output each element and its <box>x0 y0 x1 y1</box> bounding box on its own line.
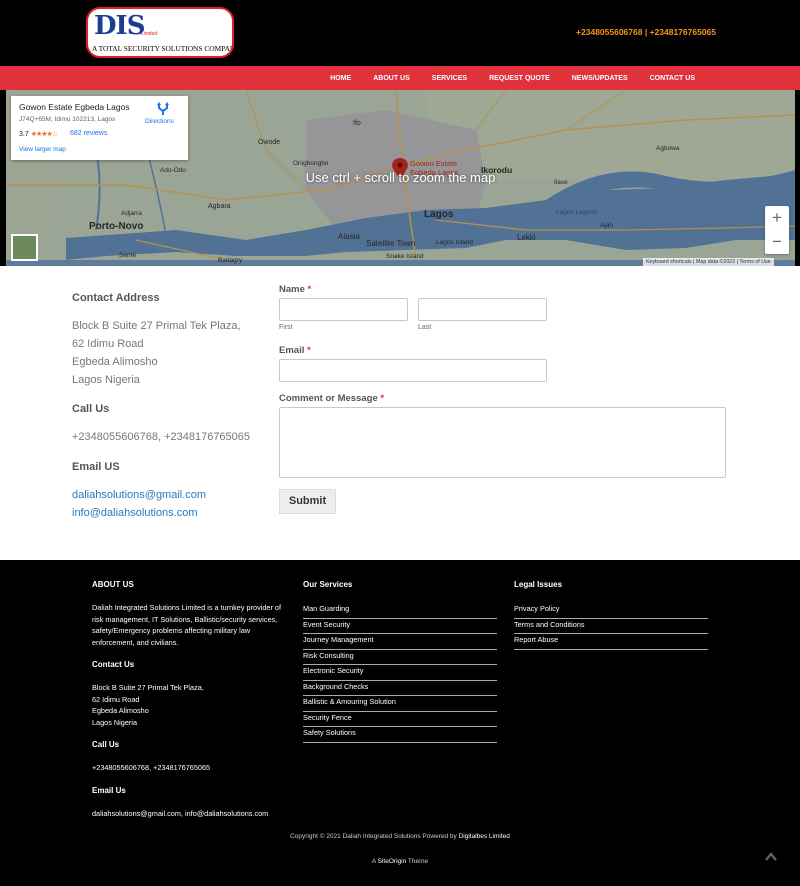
place-address: J74Q+65M, Idimu 102213, Lagos <box>19 116 116 123</box>
nav-news-updates[interactable]: NEWS/UPDATES <box>561 75 639 82</box>
header-phones: +2348055606768 | +2348176765065 <box>576 27 716 37</box>
service-link-risk-consulting[interactable]: Risk Consulting <box>303 650 497 665</box>
contact-phones: +2348055606768, +2348176765065 <box>72 431 251 443</box>
footer-services-heading: Our Services <box>303 580 353 589</box>
footer-legal-list: Privacy Policy Terms and Conditions Repo… <box>514 603 708 650</box>
footer-phones: +2348055606768, +2348176765065 <box>92 763 211 772</box>
directions-link[interactable]: Directions <box>145 118 174 125</box>
first-name-input[interactable] <box>279 298 408 321</box>
footer-address-line-1: Block B Suite 27 Primal Tek Plaza, <box>92 683 204 692</box>
copyright-text: Copyright © 2021 Daliah Integrated Solut… <box>290 833 457 840</box>
theme-prefix: A <box>371 858 376 865</box>
footer-emails: daliahsolutions@gmail.com, info@daliahso… <box>92 809 269 818</box>
nav-about-us[interactable]: ABOUT US <box>362 75 421 82</box>
message-label: Comment or Message * <box>279 393 384 404</box>
service-link-safety-solutions[interactable]: Safety Solutions <box>303 727 497 743</box>
address-line-3: Egbeda Alimosho <box>72 356 158 368</box>
service-link-event-security[interactable]: Event Security <box>303 619 497 634</box>
zoom-in-button[interactable]: + <box>765 206 789 230</box>
required-mark: * <box>307 345 311 356</box>
footer-call-heading: Call Us <box>92 740 120 749</box>
footer-legal-heading: Legal Issues <box>514 580 563 589</box>
contact-section: Contact Address Block B Suite 27 Primal … <box>0 266 800 560</box>
last-name-input[interactable] <box>418 298 547 321</box>
nav-contact-us[interactable]: CONTACT US <box>639 75 706 82</box>
siteorigin-link[interactable]: SiteOrigin <box>378 858 407 865</box>
legal-link-privacy-policy[interactable]: Privacy Policy <box>514 603 708 619</box>
page: DIS Limited A TOTAL SECURITY SOLUTIONS C… <box>0 0 800 886</box>
service-link-background-checks[interactable]: Background Checks <box>303 681 497 696</box>
zoom-out-button[interactable]: − <box>765 230 789 254</box>
footer-email-heading: Email Us <box>92 786 126 795</box>
footer-about-heading: ABOUT US <box>92 580 134 589</box>
footer-address-line-4: Lagos Nigeria <box>92 717 138 727</box>
site-footer: ABOUT US Daliah Integrated Solutions Lim… <box>0 560 800 886</box>
place-rating: 3.7 ★★★★☆ <box>19 130 58 138</box>
directions-icon[interactable] <box>156 102 170 116</box>
map-zoom-hint: Use ctrl + scroll to zoom the map <box>305 170 496 185</box>
logo-mark: DIS <box>94 11 145 41</box>
logo-tagline: A TOTAL SECURITY SOLUTIONS COMPANY <box>92 44 234 53</box>
top-header: DIS Limited A TOTAL SECURITY SOLUTIONS C… <box>0 0 800 66</box>
message-label-text: Comment or Message <box>279 393 378 404</box>
main-navigation: HOME ABOUT US SERVICES REQUEST QUOTE NEW… <box>0 66 800 90</box>
rating-value: 3.7 <box>19 131 29 138</box>
address-line-2: 62 Idimu Road <box>72 338 144 350</box>
footer-address-line-3: Egbeda Alimosho <box>92 706 149 715</box>
legal-link-report-abuse[interactable]: Report Abuse <box>514 634 708 650</box>
place-name: Gowon Estate Egbeda Lagos <box>19 102 130 112</box>
legal-link-terms[interactable]: Terms and Conditions <box>514 619 708 634</box>
place-info-card: Gowon Estate Egbeda Lagos J74Q+65M, Idim… <box>11 96 188 160</box>
email-link-gmail[interactable]: daliahsolutions@gmail.com <box>72 486 206 504</box>
email-label: Email * <box>279 345 311 356</box>
nav-request-quote[interactable]: REQUEST QUOTE <box>478 75 561 82</box>
message-textarea[interactable] <box>279 407 726 478</box>
satellite-toggle[interactable] <box>11 234 38 261</box>
footer-contact-heading: Contact Us <box>92 660 135 669</box>
nav-services[interactable]: SERVICES <box>421 75 478 82</box>
required-mark: * <box>380 393 385 404</box>
last-name-sublabel: Last <box>418 324 432 331</box>
service-link-journey-management[interactable]: Journey Management <box>303 634 497 650</box>
address-line-1: Block B Suite 27 Primal Tek Plaza, <box>72 320 241 332</box>
theme-suffix: Theme <box>407 858 429 865</box>
email-input[interactable] <box>279 359 547 382</box>
rating-stars-icon: ★★★★☆ <box>30 131 58 138</box>
contact-address-heading: Contact Address <box>72 292 160 304</box>
service-link-security-fence[interactable]: Security Fence <box>303 712 497 727</box>
view-larger-map-link[interactable]: View larger map <box>19 146 66 153</box>
submit-button[interactable]: Submit <box>279 489 336 514</box>
service-link-electronic-security[interactable]: Electronic Security <box>303 665 497 681</box>
logo-sub: Limited <box>141 31 158 37</box>
service-link-ballistic-amouring[interactable]: Ballistic & Amouring Solution <box>303 696 497 712</box>
required-mark: * <box>307 284 312 295</box>
zoom-controls: + − <box>765 206 789 254</box>
service-link-man-guarding[interactable]: Man Guarding <box>303 603 497 619</box>
footer-address-line-2: 62 Idimu Road <box>92 694 140 704</box>
call-us-heading: Call Us <box>72 403 110 415</box>
scroll-to-top-icon[interactable] <box>765 852 777 862</box>
email-us-heading: Email US <box>72 461 120 473</box>
theme-credit: A SiteOrigin Theme <box>0 858 800 865</box>
address-line-4: Lagos Nigeria <box>72 374 140 386</box>
copyright: Copyright © 2021 Daliah Integrated Solut… <box>0 833 800 840</box>
email-link-info[interactable]: info@daliahsolutions.com <box>72 504 198 522</box>
email-label-text: Email <box>279 345 305 356</box>
nav-home[interactable]: HOME <box>319 75 362 82</box>
map-attribution[interactable]: Keyboard shortcuts | Map data ©2022 | Te… <box>643 258 774 266</box>
powered-by-link[interactable]: Digitalbes Limited <box>459 833 510 840</box>
google-map[interactable]: Owode Ifo Onigbongbo Ikorodu Gowon Estat… <box>6 90 795 266</box>
footer-services-list: Man Guarding Event Security Journey Mana… <box>303 603 497 743</box>
name-label-text: Name <box>279 284 305 295</box>
name-label: Name * <box>279 284 311 295</box>
site-logo[interactable]: DIS Limited A TOTAL SECURITY SOLUTIONS C… <box>86 7 234 58</box>
footer-about-text: Daliah Integrated Solutions Limited is a… <box>92 603 282 647</box>
reviews-link[interactable]: 682 reviews <box>70 130 107 137</box>
first-name-sublabel: First <box>279 324 293 331</box>
